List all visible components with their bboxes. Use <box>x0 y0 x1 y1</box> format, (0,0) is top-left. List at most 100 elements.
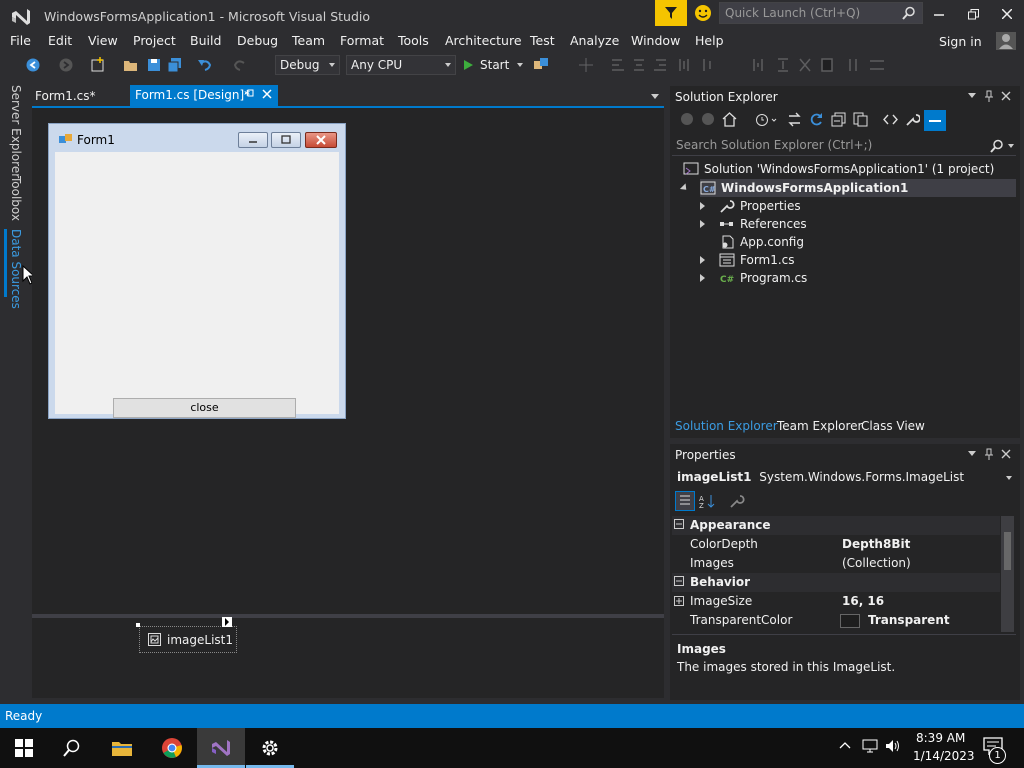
close-form-button[interactable]: close <box>113 398 296 418</box>
preview-selected-items-button[interactable] <box>924 110 946 131</box>
tab-team-explorer[interactable]: Team Explorer <box>777 419 863 433</box>
solution-configuration-combo[interactable]: Debug <box>275 55 340 75</box>
show-hidden-icons-chevron-icon[interactable] <box>839 741 851 749</box>
menu-architecture[interactable]: Architecture <box>445 33 522 48</box>
selection-handle[interactable] <box>136 623 140 627</box>
properties-wrench-icon[interactable] <box>905 112 920 127</box>
menu-file[interactable]: File <box>10 33 31 48</box>
quick-launch-box[interactable] <box>719 2 923 24</box>
menu-analyze[interactable]: Analyze <box>570 33 619 48</box>
navigate-forward-icon[interactable] <box>58 57 74 73</box>
categorized-view-button[interactable] <box>675 491 695 511</box>
tab-class-view[interactable]: Class View <box>861 419 925 433</box>
volume-icon[interactable] <box>885 739 901 753</box>
refresh-icon[interactable] <box>809 112 824 127</box>
smart-tag-glyph-icon[interactable] <box>222 617 232 627</box>
collapse-category-icon[interactable] <box>674 576 684 586</box>
expand-arrow-icon[interactable] <box>700 220 705 228</box>
history-icon[interactable] <box>755 112 777 127</box>
account-icon[interactable] <box>996 32 1016 50</box>
save-icon[interactable] <box>146 57 162 73</box>
close-panel-icon[interactable] <box>1001 91 1011 101</box>
property-category-appearance[interactable]: Appearance <box>672 516 1000 535</box>
description-divider[interactable] <box>672 634 1016 635</box>
document-list-dropdown-icon[interactable] <box>651 94 659 99</box>
menu-debug[interactable]: Debug <box>237 33 278 48</box>
tree-form1-cs[interactable]: Form1.cs <box>719 251 795 269</box>
expand-arrow-icon[interactable] <box>700 274 705 282</box>
solution-search-input[interactable] <box>676 138 976 152</box>
home-icon[interactable] <box>722 112 737 127</box>
tree-project[interactable]: C# WindowsFormsApplication1 <box>700 179 1016 197</box>
menu-tools[interactable]: Tools <box>398 33 429 48</box>
new-project-icon[interactable] <box>90 57 106 73</box>
menu-window[interactable]: Window <box>631 33 680 48</box>
property-value[interactable]: Depth8Bit <box>842 537 910 551</box>
chevron-down-icon[interactable] <box>1006 476 1012 480</box>
tree-program-cs[interactable]: C# Program.cs <box>719 269 807 287</box>
clock-date[interactable]: 1/14/2023 <box>913 749 975 763</box>
start-menu-button[interactable] <box>0 728 48 768</box>
show-all-files-icon[interactable] <box>853 112 868 127</box>
sign-in-link[interactable]: Sign in <box>939 34 982 49</box>
close-panel-icon[interactable] <box>1001 449 1011 459</box>
tab-form1-code[interactable]: Form1.cs* <box>30 86 125 106</box>
property-value[interactable]: Transparent <box>868 613 950 627</box>
panel-options-icon[interactable] <box>968 451 976 457</box>
taskbar-settings[interactable] <box>246 728 294 768</box>
menu-help[interactable]: Help <box>695 33 724 48</box>
collapse-all-icon[interactable] <box>831 112 846 127</box>
properties-object-selector[interactable]: imageList1 System.Windows.Forms.ImageLis… <box>677 470 964 484</box>
tray-splitter[interactable] <box>32 614 664 616</box>
open-file-icon[interactable] <box>123 57 139 73</box>
taskbar-visual-studio[interactable] <box>197 728 245 768</box>
solution-search-box[interactable] <box>672 136 1016 156</box>
property-value[interactable]: (Collection) <box>842 556 911 570</box>
format-alignment-icons[interactable] <box>610 57 890 73</box>
collapse-category-icon[interactable] <box>674 519 684 529</box>
property-pages-wrench-icon[interactable] <box>729 493 745 509</box>
layout-toolbar-icon[interactable] <box>533 57 549 73</box>
restore-button[interactable] <box>962 4 984 24</box>
notifications-filter-button[interactable] <box>655 0 687 26</box>
menu-project[interactable]: Project <box>133 33 176 48</box>
redo-icon[interactable] <box>232 57 248 73</box>
tree-solution[interactable]: Solution 'WindowsFormsApplication1' (1 p… <box>683 160 994 178</box>
form-client-area[interactable]: close <box>55 152 339 418</box>
close-tab-icon[interactable] <box>262 89 272 99</box>
properties-scrollbar[interactable] <box>1001 516 1014 632</box>
taskbar-search-button[interactable] <box>48 728 96 768</box>
tree-app-config[interactable]: App.config <box>719 233 804 251</box>
property-category-behavior[interactable]: Behavior <box>672 573 1000 592</box>
view-code-icon[interactable] <box>883 112 898 127</box>
undo-icon[interactable] <box>197 57 213 73</box>
taskbar-file-explorer[interactable] <box>98 728 146 768</box>
menu-edit[interactable]: Edit <box>48 33 72 48</box>
se-forward-icon[interactable] <box>701 112 715 126</box>
taskbar-chrome[interactable] <box>148 728 196 768</box>
menu-build[interactable]: Build <box>190 33 221 48</box>
quick-launch-input[interactable] <box>725 5 895 21</box>
side-tab-data-sources[interactable]: Data Sources <box>9 229 23 309</box>
se-back-icon[interactable] <box>680 112 694 126</box>
sync-with-document-icon[interactable] <box>787 112 802 127</box>
tree-properties[interactable]: Properties <box>719 197 801 215</box>
auto-hide-pin-icon[interactable] <box>984 448 994 460</box>
alphabetical-sort-icon[interactable]: AZ <box>699 493 717 509</box>
property-value[interactable]: 16, 16 <box>842 594 884 608</box>
network-icon[interactable] <box>862 739 880 753</box>
align-to-grid-icon[interactable] <box>578 57 594 73</box>
menu-team[interactable]: Team <box>292 33 325 48</box>
expand-arrow-icon[interactable] <box>700 256 705 264</box>
auto-hide-pin-icon[interactable] <box>984 90 994 102</box>
menu-format[interactable]: Format <box>340 33 384 48</box>
property-row-transparentcolor[interactable]: TransparentColor Transparent <box>672 611 1000 630</box>
property-row-imagesize[interactable]: ImageSize 16, 16 <box>672 592 1000 611</box>
scrollbar-thumb[interactable] <box>1004 532 1011 570</box>
tab-solution-explorer[interactable]: Solution Explorer <box>675 419 778 433</box>
panel-options-icon[interactable] <box>968 93 976 99</box>
pin-icon[interactable] <box>244 88 255 99</box>
feedback-smiley-icon[interactable] <box>694 4 712 22</box>
expand-property-icon[interactable] <box>674 596 684 606</box>
tree-references[interactable]: References <box>719 215 807 233</box>
